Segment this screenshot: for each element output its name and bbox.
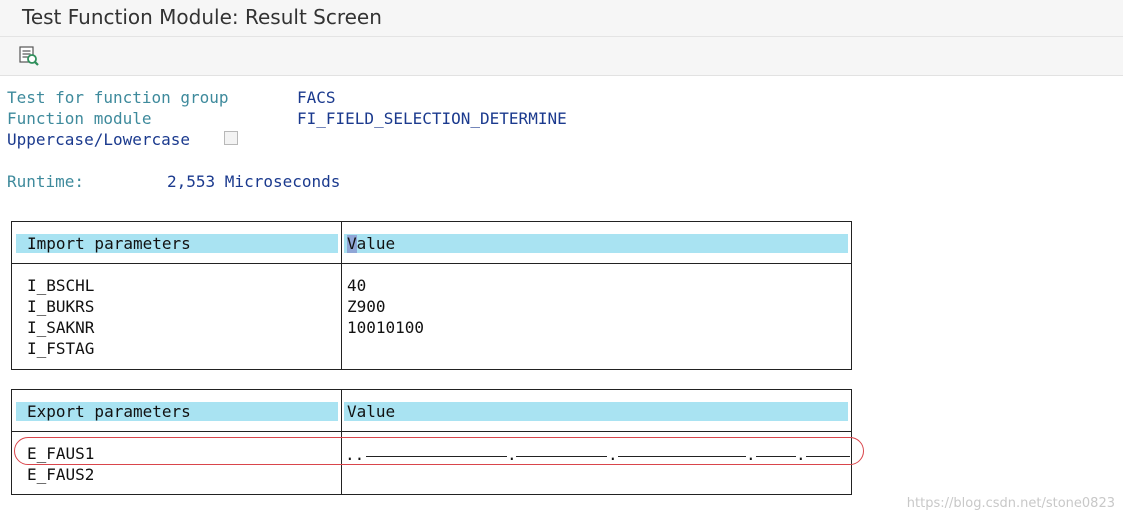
text-detail-icon[interactable] [18,45,40,67]
runtime-value: 2,553 Microseconds [167,172,341,191]
export-value-header: Value [347,402,396,421]
result-content: Test for function group FACS Function mo… [0,76,1123,519]
toolbar [0,37,1123,76]
import-param-name: I_BUKRS [27,297,95,316]
highlight-oval [14,437,864,465]
function-group-label: Test for function group [7,88,229,107]
import-name-header: Import parameters [27,234,191,253]
window-title: Test Function Module: Result Screen [22,5,382,29]
export-header-divider [11,431,852,432]
export-param-name: E_FAUS2 [27,465,95,484]
import-param-name: I_FSTAG [27,339,95,358]
import-value-header-bar [344,234,848,253]
import-column-divider [341,221,342,370]
function-group-value: FACS [297,88,336,107]
import-param-value: 40 [347,276,367,295]
function-module-label: Function module [7,109,152,128]
import-value-header: Value [347,234,396,253]
import-param-name: I_SAKNR [27,318,95,337]
import-param-value: 10010100 [347,318,425,337]
export-value-header-bar [344,402,848,421]
case-label: Uppercase/Lowercase [7,130,191,149]
import-param-name: I_BSCHL [27,276,95,295]
function-module-value: FI_FIELD_SELECTION_DETERMINE [297,109,567,128]
import-header-divider [11,263,852,264]
title-bar: Test Function Module: Result Screen [0,0,1123,37]
uppercase-lowercase-checkbox[interactable] [224,131,238,145]
watermark: https://blog.csdn.net/stone0823 [906,496,1115,511]
import-param-value: Z900 [347,297,386,316]
export-name-header: Export parameters [27,402,191,421]
runtime-label: Runtime: [7,172,85,191]
